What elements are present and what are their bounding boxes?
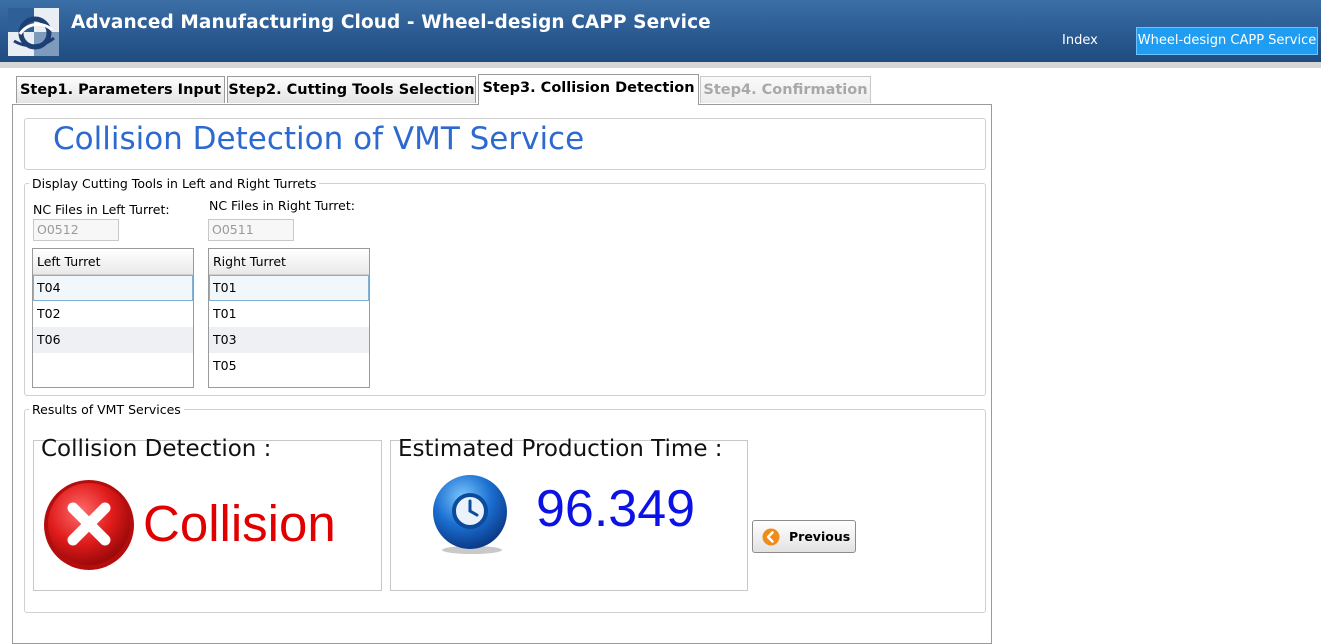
table-row[interactable]: T06 — [33, 327, 193, 353]
right-nc-file-field: O0511 — [208, 219, 294, 241]
tab-step2[interactable]: Step2. Cutting Tools Selection — [227, 76, 476, 103]
table-row[interactable]: T02 — [33, 301, 193, 327]
app-logo-icon — [8, 8, 59, 56]
collision-status: Collision — [143, 495, 336, 552]
left-turret-header: Left Turret — [33, 249, 193, 275]
tab-step1[interactable]: Step1. Parameters Input — [16, 76, 225, 103]
turrets-legend: Display Cutting Tools in Left and Right … — [29, 176, 320, 191]
page-title: Collision Detection of VMT Service — [53, 121, 585, 157]
results-legend: Results of VMT Services — [29, 402, 184, 417]
arrow-left-icon — [762, 528, 780, 546]
production-time-title: Estimated Production Time : — [398, 436, 723, 462]
nav-link-index[interactable]: Index — [1062, 33, 1098, 48]
table-row[interactable]: T03 — [209, 327, 369, 353]
app-header: Advanced Manufacturing Cloud - Wheel-des… — [0, 0, 1321, 62]
left-turret-label: NC Files in Left Turret: — [33, 202, 170, 217]
right-turret-label: NC Files in Right Turret: — [209, 198, 355, 213]
table-row[interactable]: T01 — [209, 301, 369, 327]
left-turret-grid: Left Turret T04 T02 T06 — [32, 248, 194, 388]
clock-icon — [433, 475, 507, 554]
left-nc-file-field: O0512 — [33, 219, 119, 241]
app-title: Advanced Manufacturing Cloud - Wheel-des… — [71, 12, 711, 33]
nav-link-wheel-design[interactable]: Wheel-design CAPP Service — [1136, 27, 1318, 55]
table-row[interactable]: T05 — [209, 353, 369, 379]
table-row[interactable]: T04 — [33, 275, 193, 301]
collision-title: Collision Detection : — [41, 436, 272, 462]
tab-step3[interactable]: Step3. Collision Detection — [478, 74, 699, 105]
right-turret-grid: Right Turret T01 T01 T03 T05 — [208, 248, 370, 388]
previous-label: Previous — [789, 529, 851, 544]
right-turret-header: Right Turret — [209, 249, 369, 275]
previous-button[interactable]: Previous — [752, 520, 856, 553]
table-row[interactable]: T01 — [209, 275, 369, 301]
header-divider — [0, 62, 1321, 68]
production-time-value: 96.349 — [536, 480, 696, 538]
tab-step4: Step4. Confirmation — [700, 76, 871, 103]
error-x-icon — [44, 480, 134, 570]
